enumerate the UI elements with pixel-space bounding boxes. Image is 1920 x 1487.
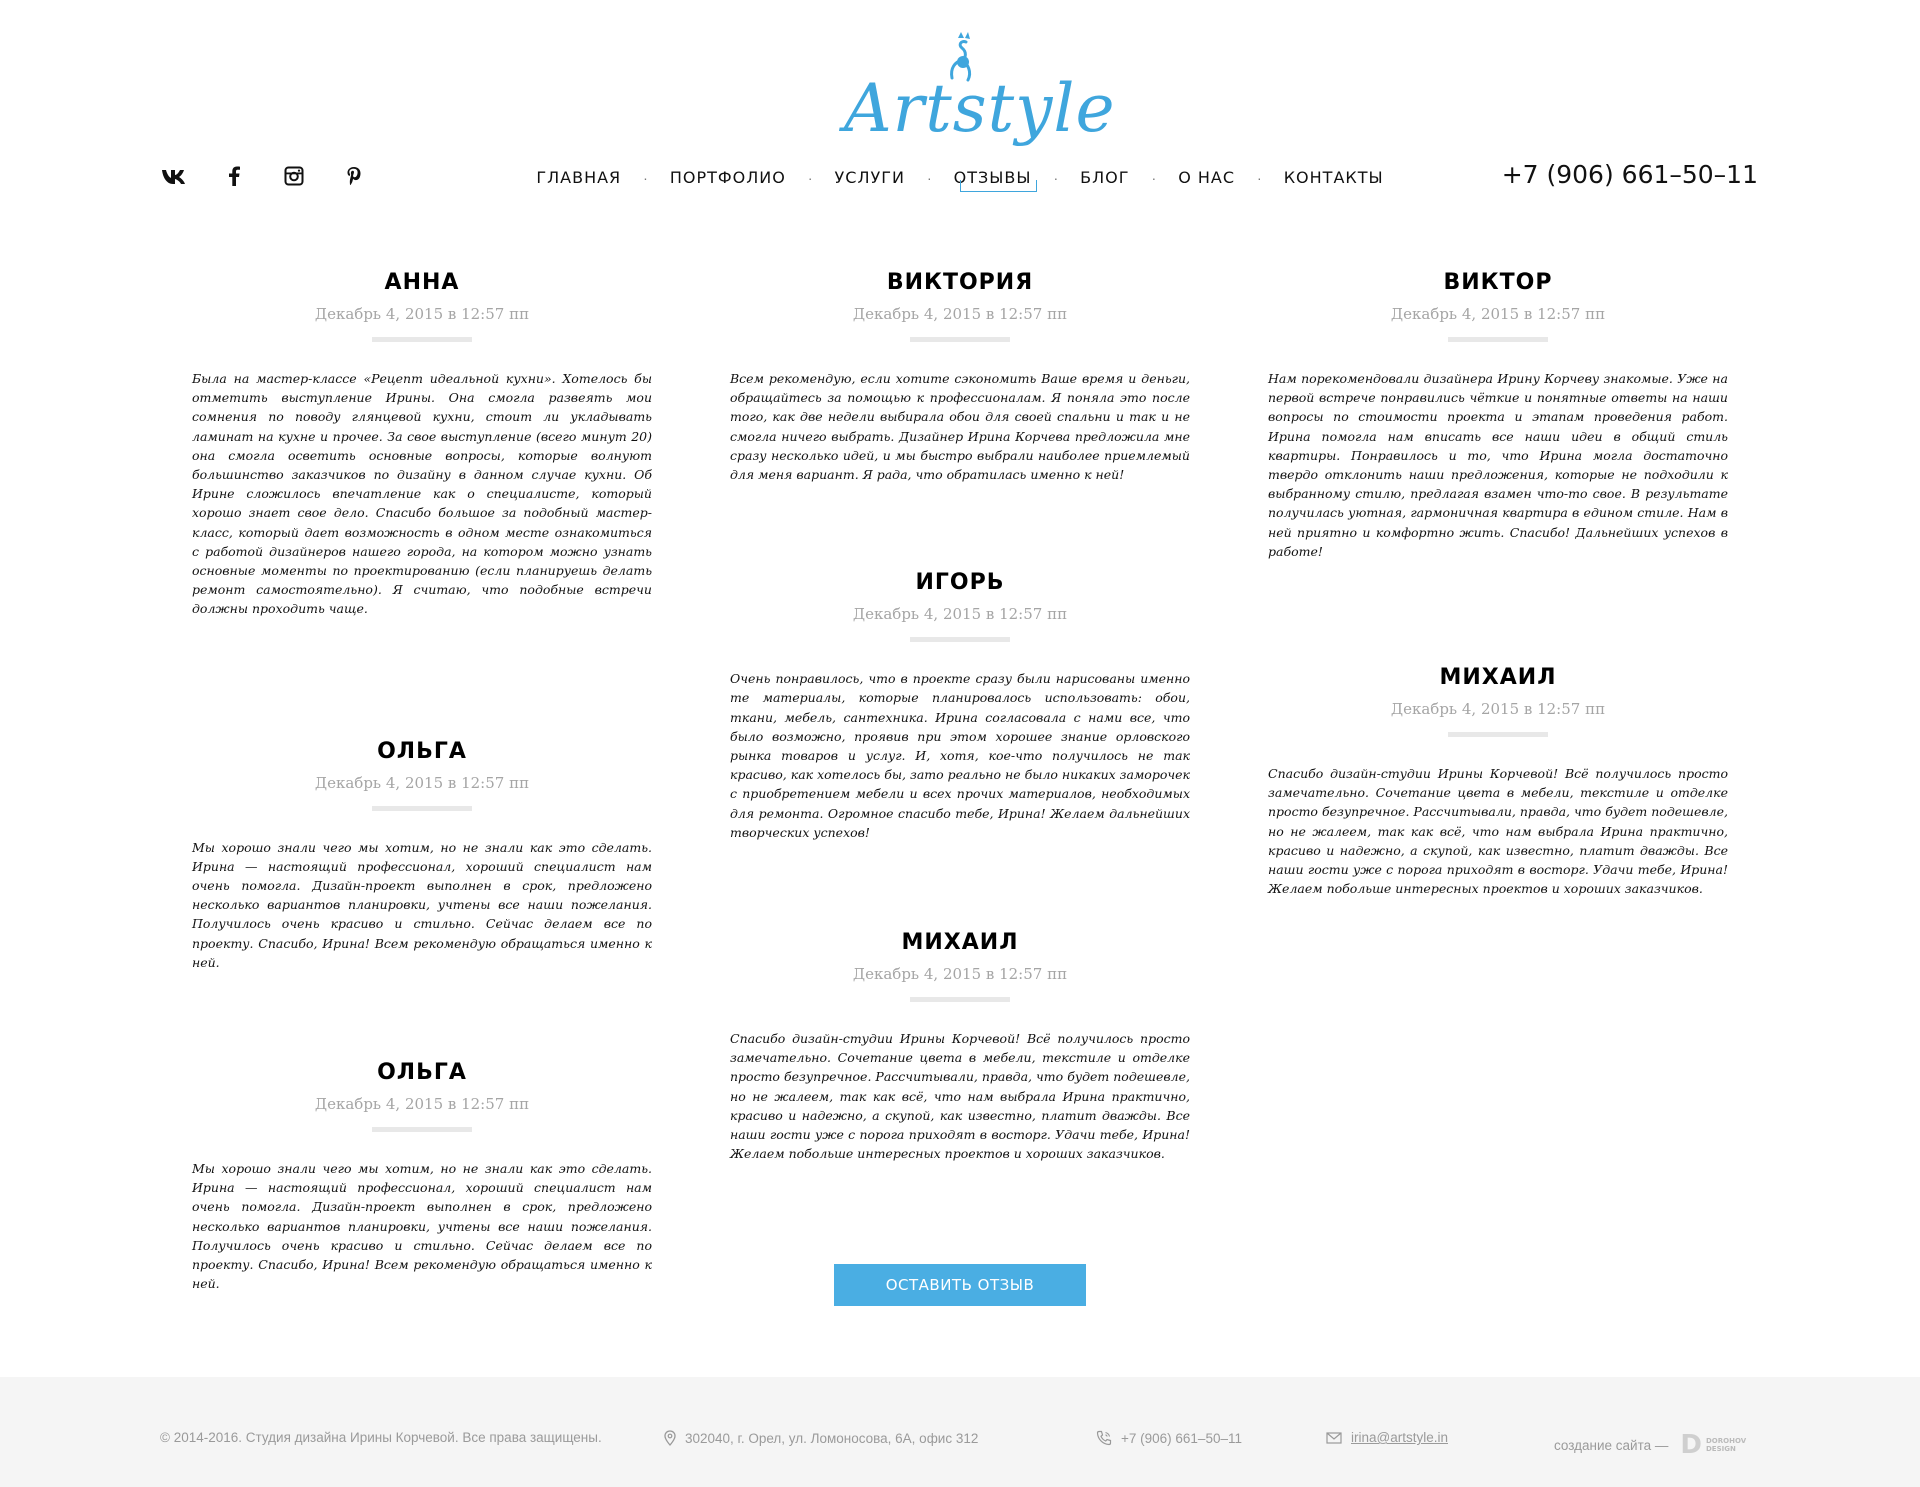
review-text: Мы хорошо знали чего мы хотим, но не зна… (192, 1161, 652, 1292)
mail-icon (1326, 1431, 1342, 1444)
review-card: ОЛЬГА Декабрь 4, 2015 в 12:57 пп Мы хоро… (192, 739, 652, 972)
footer-phone-text[interactable]: +7 (906) 661–50–11 (1121, 1431, 1242, 1446)
nav-separator: · (643, 169, 648, 186)
review-card: ВИКТОР Декабрь 4, 2015 в 12:57 пп Нам по… (1268, 270, 1728, 561)
maker-line1: DOROHOV (1705, 1437, 1747, 1445)
review-text: Всем рекомендую, если хотите сэкономить … (730, 371, 1190, 483)
review-date: Декабрь 4, 2015 в 12:57 пп (314, 773, 530, 792)
logo-text: Artstyle (844, 70, 1116, 147)
leave-review-button[interactable]: ОСТАВИТЬ ОТЗЫВ (834, 1264, 1086, 1306)
reviews-column-middle: ВИКТОРИЯ Декабрь 4, 2015 в 12:57 пп Всем… (730, 270, 1190, 1163)
footer-copyright: © 2014-2016. Студия дизайна Ирины Корчев… (160, 1430, 602, 1445)
nav-item-contacts[interactable]: КОНТАКТЫ (1284, 168, 1384, 187)
review-author: ВИКТОР (1443, 270, 1553, 295)
review-text: Была на мастер-классе «Рецепт идеальной … (192, 371, 652, 617)
email-link[interactable]: irina@artstyle.in (1351, 1430, 1448, 1445)
review-author: ОЛЬГА (377, 738, 467, 764)
header-phone[interactable]: +7 (906) 661–50–11 (1502, 160, 1758, 189)
review-date: Декабрь 4, 2015 в 12:57 пп (852, 305, 1068, 323)
maker-logo-icon: D (1680, 1430, 1702, 1460)
review-divider (372, 337, 472, 342)
review-card: МИХАИЛ Декабрь 4, 2015 в 12:57 пп Спасиб… (1268, 665, 1728, 898)
location-pin-icon (664, 1430, 676, 1446)
nav-separator: · (1151, 169, 1157, 186)
reviews-column-left: АННА Декабрь 4, 2015 в 12:57 пп Была на … (192, 270, 652, 1293)
nav-separator: · (926, 169, 932, 186)
nav-separator: · (1053, 169, 1059, 186)
nav-item-portfolio[interactable]: ПОРТФОЛИО (670, 168, 786, 187)
review-date: Декабрь 4, 2015 в 12:57 пп (314, 305, 530, 323)
review-divider (910, 637, 1010, 643)
review-text: Нам порекомендовали дизайнера Ирину Корч… (1268, 371, 1728, 559)
review-date: Декабрь 4, 2015 в 12:57 пп (1390, 700, 1606, 719)
footer-credits: создание сайта — D DOROHOV DESIGN (1554, 1430, 1746, 1460)
footer-address: 302040, г. Орел, ул. Ломоносова, 6А, офи… (664, 1430, 978, 1446)
phone-icon (1096, 1430, 1112, 1446)
nav-item-home[interactable]: ГЛАВНАЯ (536, 168, 621, 187)
review-date: Декабрь 4, 2015 в 12:57 пп (852, 605, 1068, 624)
copyright-text: © 2014-2016. Студия дизайна Ирины Корчев… (160, 1430, 602, 1445)
review-text: Мы хорошо знали чего мы хотим, но не зна… (192, 839, 652, 970)
review-text: Очень понравилось, что в проекте сразу б… (730, 671, 1190, 840)
dorohov-design-logo[interactable]: D DOROHOV DESIGN (1680, 1430, 1746, 1460)
review-card: АННА Декабрь 4, 2015 в 12:57 пп Была на … (192, 270, 652, 619)
review-divider (372, 805, 472, 811)
footer-phone: +7 (906) 661–50–11 (1096, 1430, 1242, 1446)
review-divider (1448, 337, 1548, 342)
review-date: Декабрь 4, 2015 в 12:57 пп (1390, 305, 1606, 323)
review-author: МИХАИЛ (1439, 665, 1557, 691)
nav-item-blog[interactable]: БЛОГ (1080, 168, 1129, 187)
review-date: Декабрь 4, 2015 в 12:57 пп (852, 965, 1068, 984)
footer: © 2014-2016. Студия дизайна Ирины Корчев… (0, 1377, 1920, 1487)
review-card: ОЛЬГА Декабрь 4, 2015 в 12:57 пп Мы хоро… (192, 1060, 652, 1293)
review-text: Спасибо дизайн-студии Ирины Корчевой! Вс… (1268, 766, 1728, 897)
reviews-column-right: ВИКТОР Декабрь 4, 2015 в 12:57 пп Нам по… (1268, 270, 1728, 898)
site-logo[interactable]: Artstyle (834, 28, 1115, 150)
made-by-text: создание сайта — (1554, 1437, 1669, 1453)
review-card: ВИКТОРИЯ Декабрь 4, 2015 в 12:57 пп Всем… (730, 270, 1190, 484)
review-author: АННА (384, 270, 460, 295)
review-card: МИХАИЛ Декабрь 4, 2015 в 12:57 пп Спасиб… (730, 930, 1190, 1163)
address-text: 302040, г. Орел, ул. Ломоносова, 6А, офи… (685, 1430, 979, 1446)
nav-separator: · (807, 169, 813, 186)
review-divider (372, 1127, 472, 1133)
footer-email: irina@artstyle.in (1326, 1430, 1448, 1445)
review-divider (910, 337, 1010, 342)
review-divider (1448, 732, 1548, 738)
review-author: ИГОРЬ (915, 570, 1005, 596)
nav-item-reviews[interactable]: ОТЗЫВЫ (954, 168, 1038, 192)
nav-item-about[interactable]: О НАС (1178, 168, 1235, 187)
nav-separator: · (1257, 169, 1262, 186)
review-divider (910, 997, 1010, 1003)
review-author: ОЛЬГА (377, 1060, 467, 1086)
review-card: ИГОРЬ Декабрь 4, 2015 в 12:57 пп Очень п… (730, 570, 1190, 842)
review-author: МИХАИЛ (901, 930, 1019, 956)
review-text: Спасибо дизайн-студии Ирины Корчевой! Вс… (730, 1031, 1190, 1162)
maker-line2: DESIGN (1705, 1445, 1736, 1453)
review-date: Декабрь 4, 2015 в 12:57 пп (314, 1095, 530, 1114)
review-author: ВИКТОРИЯ (886, 270, 1034, 295)
nav-item-services[interactable]: УСЛУГИ (835, 168, 905, 187)
